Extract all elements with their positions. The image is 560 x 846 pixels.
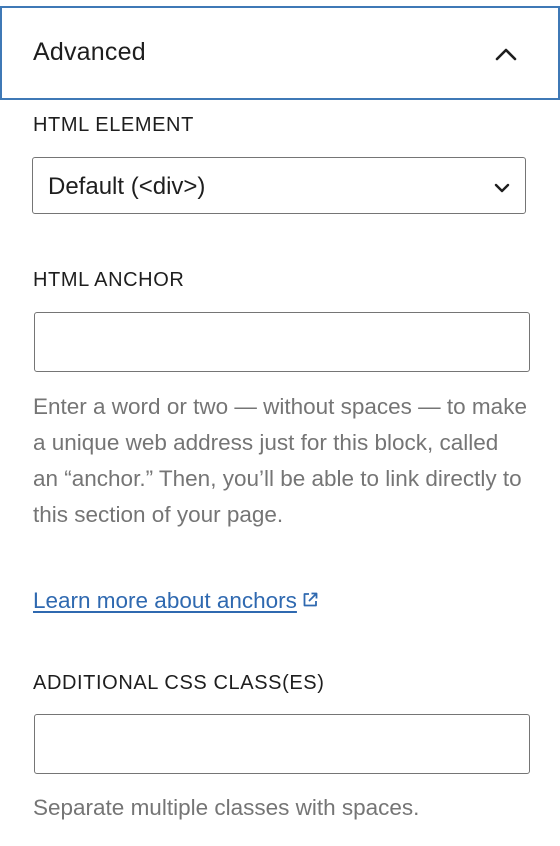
chevron-down-icon xyxy=(494,183,510,193)
css-classes-label: ADDITIONAL CSS CLASS(ES) xyxy=(33,672,325,694)
html-anchor-input[interactable] xyxy=(34,312,530,372)
html-anchor-help-text: Enter a word or two — without spaces — t… xyxy=(33,394,527,527)
css-classes-input[interactable] xyxy=(34,714,530,774)
html-element-select[interactable]: Default (<div>) xyxy=(32,157,526,214)
learn-more-link-text: Learn more about anchors xyxy=(33,588,297,613)
html-element-label: HTML ELEMENT xyxy=(33,114,194,136)
html-anchor-label: HTML ANCHOR xyxy=(33,269,185,291)
css-classes-help-text: Separate multiple classes with spaces. xyxy=(33,795,420,820)
panel-title: Advanced xyxy=(33,38,146,66)
learn-more-anchors-link[interactable]: Learn more about anchors xyxy=(33,588,319,614)
chevron-up-icon xyxy=(495,48,517,61)
html-element-selected-value: Default (<div>) xyxy=(48,173,206,200)
external-link-icon xyxy=(303,592,318,607)
advanced-panel-toggle[interactable]: Advanced xyxy=(0,6,560,100)
